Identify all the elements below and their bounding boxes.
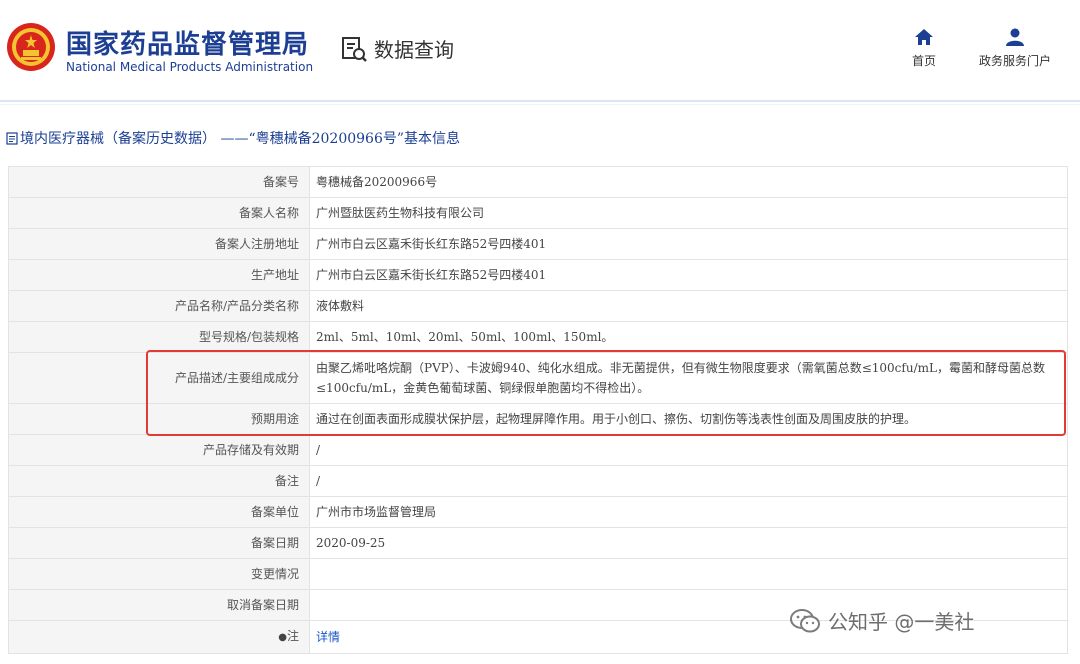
row-value xyxy=(309,558,1068,590)
table-row: 型号规格/包装规格 2ml、5ml、10ml、20ml、50ml、100ml、1… xyxy=(8,321,1068,353)
note-label-cell: ●注 xyxy=(8,620,310,654)
row-value: / xyxy=(309,465,1068,497)
breadcrumb-text: 境内医疗器械（备案历史数据） ——“粤穗械备20200966号”基本信息 xyxy=(20,131,461,147)
document-icon xyxy=(6,131,18,145)
note-label: 注 xyxy=(286,629,299,643)
nav-service-portal-label: 政务服务门户 xyxy=(979,54,1052,68)
breadcrumb: 境内医疗器械（备案历史数据） ——“粤穗械备20200966号”基本信息 xyxy=(6,128,460,148)
table-row: 产品名称/产品分类名称 液体敷料 xyxy=(8,290,1068,322)
row-value: / xyxy=(309,434,1068,466)
row-label: 产品存储及有效期 xyxy=(8,434,310,466)
row-value: 由聚乙烯吡咯烷酮（PVP）、卡波姆940、纯化水组成。非无菌提供，但有微生物限度… xyxy=(309,352,1068,404)
row-value: 通过在创面表面形成膜状保护层，起物理屏障作用。用于小创口、擦伤、切割伤等浅表性创… xyxy=(309,403,1068,435)
row-label: 备注 xyxy=(8,465,310,497)
note-pin-icon: ● xyxy=(278,632,287,643)
row-label: 型号规格/包装规格 xyxy=(8,321,310,353)
nav-service-portal[interactable]: 政务服务门户 xyxy=(979,28,1051,69)
table-row: 备案单位 广州市市场监督管理局 xyxy=(8,496,1068,528)
row-value: 广州暨肽医药生物科技有限公司 xyxy=(309,197,1068,229)
row-label: 备案单位 xyxy=(8,496,310,528)
user-icon xyxy=(1006,28,1024,46)
row-label: 备案日期 xyxy=(8,527,310,559)
row-value: 2020-09-25 xyxy=(309,527,1068,559)
detail-link[interactable]: 详情 xyxy=(316,630,340,644)
nav-home-label: 首页 xyxy=(912,54,937,68)
table-row: 备案号 粤穗械备20200966号 xyxy=(8,166,1068,198)
watermark: 公知乎 @一美社 xyxy=(790,606,974,635)
row-value: 广州市白云区嘉禾街长红东路52号四楼401 xyxy=(309,259,1068,291)
row-value: 粤穗械备20200966号 xyxy=(309,166,1068,198)
table-row: 预期用途 通过在创面表面形成膜状保护层，起物理屏障作用。用于小创口、擦伤、切割伤… xyxy=(8,403,1068,435)
row-value: 2ml、5ml、10ml、20ml、50ml、100ml、150ml。 xyxy=(309,321,1068,353)
row-value: 广州市市场监督管理局 xyxy=(309,496,1068,528)
row-label: 备案人注册地址 xyxy=(8,228,310,260)
table-row: 备案人注册地址 广州市白云区嘉禾街长红东路52号四楼401 xyxy=(8,228,1068,260)
table-row: 生产地址 广州市白云区嘉禾街长红东路52号四楼401 xyxy=(8,259,1068,291)
row-label: 变更情况 xyxy=(8,558,310,590)
row-label: 备案号 xyxy=(8,166,310,198)
table-row: 备注 / xyxy=(8,465,1068,497)
row-value: 广州市白云区嘉禾街长红东路52号四楼401 xyxy=(309,228,1068,260)
table-row: 变更情况 xyxy=(8,558,1068,590)
row-label: 备案人名称 xyxy=(8,197,310,229)
table-row: 备案人名称 广州暨肽医药生物科技有限公司 xyxy=(8,197,1068,229)
row-value: 液体敷料 xyxy=(309,290,1068,322)
national-emblem-icon xyxy=(7,23,55,71)
watermark-text: 公知乎 @一美社 xyxy=(828,610,975,634)
table-row: 产品描述/主要组成成分 由聚乙烯吡咯烷酮（PVP）、卡波姆940、纯化水组成。非… xyxy=(8,352,1068,404)
row-label: 预期用途 xyxy=(8,403,310,435)
data-query-link[interactable]: 数据查询 xyxy=(340,34,454,63)
document-search-icon xyxy=(342,36,367,62)
wechat-icon xyxy=(790,608,820,632)
header-divider-light xyxy=(0,104,1080,105)
row-label: 生产地址 xyxy=(8,259,310,291)
header-divider xyxy=(0,100,1080,102)
row-label: 产品名称/产品分类名称 xyxy=(8,290,310,322)
home-icon xyxy=(915,29,933,45)
agency-name-en: National Medical Products Administration xyxy=(66,60,314,74)
site-header: 国家药品监督管理局 National Medical Products Admi… xyxy=(0,0,1080,100)
nav-home[interactable]: 首页 xyxy=(912,28,936,69)
record-table: 备案号 粤穗械备20200966号 备案人名称 广州暨肽医药生物科技有限公司 备… xyxy=(8,166,1068,654)
agency-name-cn: 国家药品监督管理局 xyxy=(66,30,310,60)
table-row: 备案日期 2020-09-25 xyxy=(8,527,1068,559)
table-row: 产品存储及有效期 / xyxy=(8,434,1068,466)
row-label: 取消备案日期 xyxy=(8,589,310,621)
data-query-label: 数据查询 xyxy=(374,38,454,62)
row-label: 产品描述/主要组成成分 xyxy=(8,352,310,404)
